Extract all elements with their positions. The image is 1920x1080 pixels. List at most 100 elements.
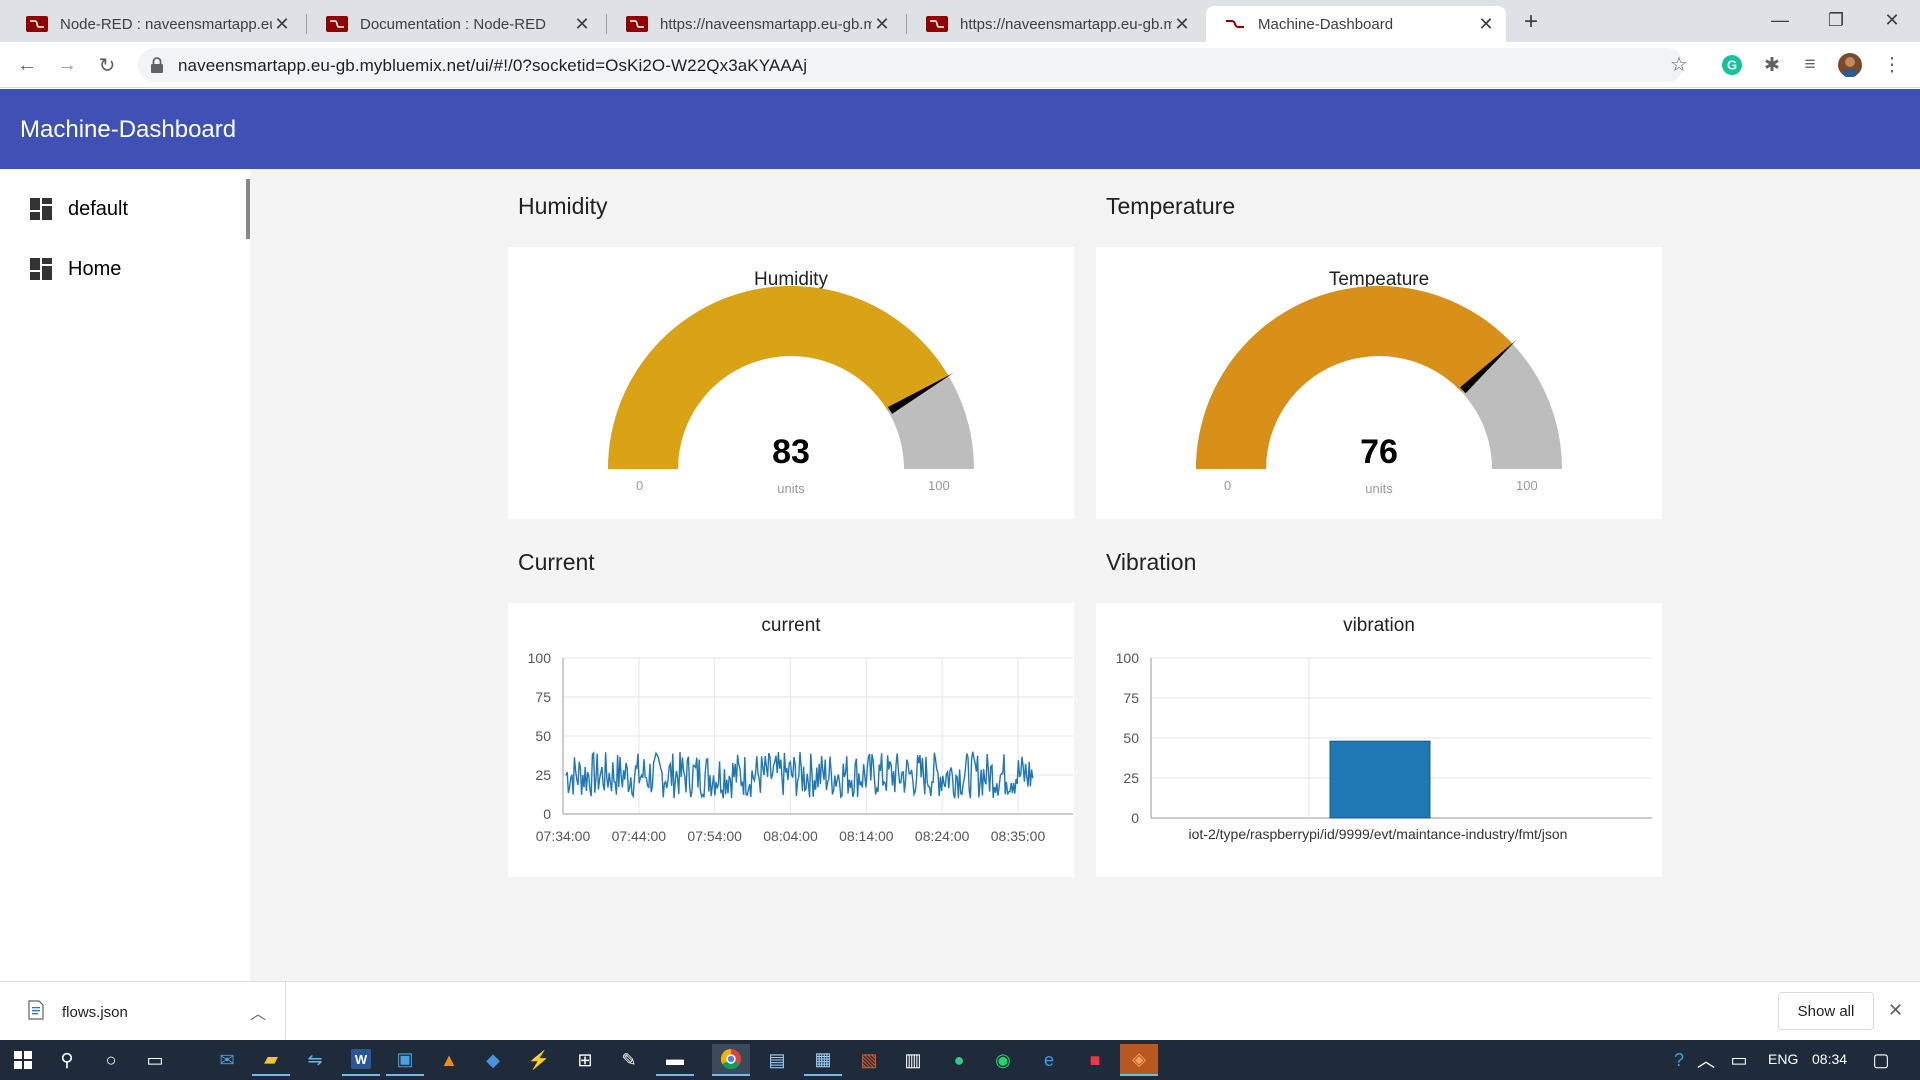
close-icon[interactable]: ✕ (872, 14, 892, 35)
terminal-icon[interactable]: ▬ (656, 1044, 694, 1076)
current-chart-card: current 0 25 50 75 100 07:34:00 07:44:00 07:54:… (508, 603, 1074, 877)
menu-icon[interactable]: ⋮ (1880, 53, 1904, 77)
bookmark-star-icon[interactable]: ☆ (1670, 52, 1688, 77)
chevron-up-icon[interactable]: ︿ (250, 1000, 266, 1024)
extensions-icon[interactable]: ✱ (1760, 53, 1784, 77)
mail-icon[interactable]: ✉ (208, 1044, 246, 1076)
current-line-chart: 0 25 50 75 100 07:34:00 07:44:00 07:54:00 08:04:… (528, 650, 1073, 844)
url-text: naveensmartapp.eu-gb.mybluemix.net/ui/#!… (178, 56, 808, 75)
task-view-icon[interactable]: ▭ (136, 1044, 174, 1076)
close-icon[interactable]: ✕ (1476, 14, 1496, 35)
reload-icon[interactable]: ↻ (92, 50, 122, 80)
app-icon-blue[interactable]: ▣ (386, 1044, 424, 1076)
node-red-icon (326, 16, 348, 32)
tab-title: https://naveensmartapp.eu-gb.m (660, 15, 872, 33)
chrome-icon[interactable] (712, 1044, 750, 1076)
group-title-vibration: Vibration (1106, 549, 1197, 575)
edge-icon[interactable]: e (1030, 1044, 1068, 1076)
y-tick-label: 100 (528, 650, 552, 666)
whatsapp-icon[interactable]: ◉ (984, 1044, 1022, 1076)
restore-icon[interactable]: ❐ (1808, 0, 1864, 40)
show-all-button[interactable]: Show all (1778, 992, 1874, 1030)
gauge-min: 0 (636, 478, 644, 493)
dashboard-icon (30, 198, 52, 220)
svg-text:G: G (1727, 58, 1737, 73)
dashboard-icon (30, 258, 52, 280)
search-icon[interactable]: ⚲ (48, 1044, 86, 1076)
vlc-icon[interactable]: ▲ (430, 1044, 468, 1076)
gauge-units: units (777, 481, 805, 496)
file-explorer-icon[interactable]: ▰ (252, 1044, 290, 1076)
app-icon-paper[interactable]: ▤ (758, 1044, 796, 1076)
x-tick-label: 08:14:00 (839, 828, 894, 844)
tab-bluemix-2[interactable]: https://naveensmartapp.eu-gb.m ✕ (908, 6, 1202, 42)
node-red-icon (626, 16, 648, 32)
address-bar[interactable]: naveensmartapp.eu-gb.mybluemix.net/ui/#!… (138, 48, 1688, 82)
sidebar-item-default[interactable]: default (0, 179, 246, 239)
y-tick-label: 75 (535, 689, 551, 705)
gauge-max: 100 (928, 478, 950, 493)
group-title-current: Current (518, 549, 595, 575)
media-control-icon[interactable]: ≡ (1798, 53, 1822, 77)
download-item[interactable]: flows.json ︿ (10, 982, 286, 1040)
clock[interactable]: 08:34 (1812, 1051, 1847, 1067)
node-red-flow-icon (1226, 20, 1244, 28)
dropbox-icon[interactable]: ◆ (474, 1044, 512, 1076)
calculator-icon[interactable]: ▥ (894, 1044, 932, 1076)
tab-machine-dashboard[interactable]: Machine-Dashboard ✕ (1206, 6, 1506, 42)
grammarly-icon[interactable]: G (1720, 53, 1744, 77)
lock-icon (151, 57, 163, 73)
close-icon[interactable]: ✕ (1172, 14, 1192, 35)
vibration-bar-chart: 0 25 50 75 100 iot-2/type/raspberrypi/id/9999… (1116, 650, 1652, 842)
close-download-bar-icon[interactable]: ✕ (1888, 1000, 1903, 1021)
close-icon[interactable]: ✕ (572, 14, 592, 35)
language-indicator[interactable]: ENG (1768, 1051, 1798, 1067)
download-filename: flows.json (62, 1004, 128, 1021)
vscode-icon[interactable]: ⚡ (520, 1044, 558, 1076)
profile-avatar[interactable] (1838, 53, 1862, 77)
word-icon[interactable]: W (342, 1044, 380, 1076)
tab-title: Node-RED : naveensmartapp.eu- (60, 15, 272, 33)
gauge-min: 0 (1224, 478, 1232, 493)
dashboard-main: Humidity Temperature Current Vibration H… (250, 169, 1920, 981)
temperature-gauge-card: Tempeature 76 units 0 100 (1096, 247, 1662, 519)
display-icon[interactable]: ▭ (1724, 1044, 1754, 1076)
tab-separator (906, 14, 907, 34)
humidity-gauge-card: Humidity 83 units 0 100 (508, 247, 1074, 519)
windows-taskbar: ⚲ ○ ▭ ✉ ▰ ⇋ W ▣ ▲ ◆ ⚡ ⊞ ✎ ▬ ▤ ▦ ▧ ▥ ● ◉ … (0, 1040, 1920, 1080)
windows-start-icon[interactable] (4, 1044, 42, 1076)
remote-desktop-icon[interactable]: ⇋ (296, 1044, 334, 1076)
close-icon[interactable]: ✕ (272, 14, 292, 35)
help-icon[interactable]: ? (1660, 1044, 1698, 1076)
forward-icon[interactable]: → (52, 50, 82, 80)
x-category-label: iot-2/type/raspberrypi/id/9999/evt/maint… (1189, 826, 1568, 842)
app-header: Machine-Dashboard (0, 89, 1920, 169)
notifications-icon[interactable]: ▢ (1862, 1044, 1900, 1076)
app-icon-orange[interactable]: ◈ (1120, 1044, 1158, 1076)
sidebar: default Home (0, 169, 250, 981)
group-title-temperature: Temperature (1106, 193, 1236, 219)
x-tick-label: 08:35:00 (991, 828, 1046, 844)
tab-bluemix-1[interactable]: https://naveensmartapp.eu-gb.m ✕ (608, 6, 902, 42)
app-icon-record[interactable]: ■ (1076, 1044, 1114, 1076)
back-icon[interactable]: ← (12, 50, 42, 80)
app-icon-red[interactable]: ▧ (850, 1044, 888, 1076)
cortana-icon[interactable]: ○ (92, 1044, 130, 1076)
close-window-icon[interactable]: ✕ (1864, 0, 1920, 40)
app-icon-green[interactable]: ● (940, 1044, 978, 1076)
chevron-up-tray-icon[interactable]: ︿ (1694, 1044, 1718, 1076)
notepad-icon[interactable]: ✎ (610, 1044, 648, 1076)
sidebar-item-home[interactable]: Home (0, 239, 246, 299)
store-icon[interactable]: ⊞ (566, 1044, 604, 1076)
y-tick-label: 25 (1123, 770, 1139, 786)
x-tick-label: 08:04:00 (763, 828, 818, 844)
gauge-value: 76 (1360, 433, 1398, 471)
gauge-units: units (1365, 481, 1393, 496)
app-icon-monitor[interactable]: ▦ (804, 1044, 842, 1076)
new-tab-button[interactable]: + (1516, 8, 1546, 36)
tab-node-red[interactable]: Node-RED : naveensmartapp.eu- ✕ (8, 6, 302, 42)
minimize-icon[interactable]: — (1752, 0, 1808, 40)
tab-documentation[interactable]: Documentation : Node-RED ✕ (308, 6, 602, 42)
humidity-gauge (608, 286, 974, 469)
x-tick-label: 07:34:00 (536, 828, 591, 844)
